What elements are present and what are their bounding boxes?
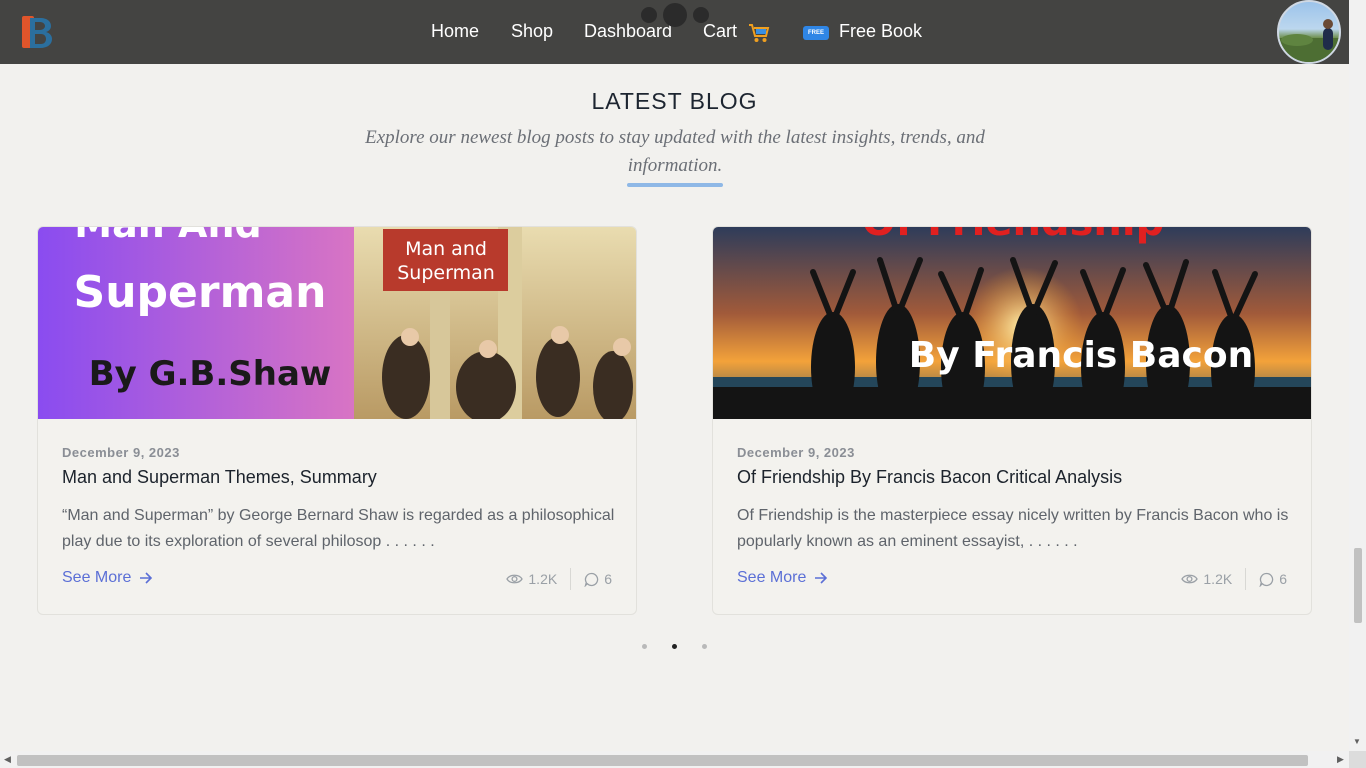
comments-count: 6 xyxy=(604,571,612,587)
loading-dots-icon xyxy=(641,3,709,27)
pager-dot[interactable] xyxy=(642,644,647,649)
blog-card-date: December 9, 2023 xyxy=(737,445,855,460)
image-title-top: Man And xyxy=(74,227,261,246)
see-more-link[interactable]: See More xyxy=(737,569,828,587)
see-more-label: See More xyxy=(737,569,807,586)
svg-text:Superman: Superman xyxy=(397,262,495,284)
blog-card[interactable]: Of Friendship By Francis Bacon December … xyxy=(712,226,1312,615)
views-count: 1.2K xyxy=(1203,571,1233,587)
scroll-right-arrow-icon[interactable]: ▶ xyxy=(1337,754,1344,765)
blog-card-date: December 9, 2023 xyxy=(62,445,180,460)
see-more-label: See More xyxy=(62,569,132,586)
see-more-link[interactable]: See More xyxy=(62,569,153,587)
comments-count: 6 xyxy=(1279,571,1287,587)
blog-card-image[interactable]: Man And Superman By G.B.Shaw Man and Sup… xyxy=(38,227,636,419)
pager-dot[interactable] xyxy=(702,644,707,649)
scroll-down-arrow-icon[interactable]: ▼ xyxy=(1353,737,1361,746)
horizontal-scrollbar[interactable]: ◀ ▶ xyxy=(0,751,1349,768)
scrollbar-corner xyxy=(1349,751,1366,768)
blog-card-title[interactable]: Of Friendship By Francis Bacon Critical … xyxy=(737,467,1122,488)
image-title-top: Of Friendship xyxy=(862,227,1164,245)
section-subtitle: Explore our newest blog posts to stay up… xyxy=(365,127,985,176)
arrow-right-icon xyxy=(140,572,153,584)
image-byline: By Francis Bacon xyxy=(909,335,1253,376)
horizontal-scroll-thumb[interactable] xyxy=(17,755,1308,766)
vertical-scroll-thumb[interactable] xyxy=(1354,548,1362,623)
comment-icon xyxy=(584,572,599,587)
blog-card-stats: 1.2K 6 xyxy=(506,568,612,590)
top-navbar: Home Shop Dashboard Cart FREE Free Book xyxy=(0,0,1349,64)
comment-icon xyxy=(1259,572,1274,587)
image-byline: By G.B.Shaw xyxy=(89,354,332,394)
carousel-pager xyxy=(640,642,712,652)
comments-stat: 6 xyxy=(584,571,612,587)
eye-icon xyxy=(1181,574,1199,584)
cart-icon[interactable] xyxy=(748,22,770,44)
pager-dot-active[interactable] xyxy=(672,644,677,649)
title-underline xyxy=(627,183,723,187)
nav-shop-link[interactable]: Shop xyxy=(511,21,553,42)
arrow-right-icon xyxy=(815,572,828,584)
blog-card[interactable]: Man And Superman By G.B.Shaw Man and Sup… xyxy=(37,226,637,615)
section-title: LATEST BLOG xyxy=(591,88,758,114)
scroll-left-arrow-icon[interactable]: ◀ xyxy=(4,754,11,765)
stats-divider xyxy=(570,568,572,590)
blog-card-title[interactable]: Man and Superman Themes, Summary xyxy=(62,467,377,488)
svg-text:Man and: Man and xyxy=(405,238,487,260)
nav-free-book-link[interactable]: Free Book xyxy=(839,21,922,42)
free-badge-icon[interactable]: FREE xyxy=(803,26,829,40)
blog-card-stats: 1.2K 6 xyxy=(1181,568,1287,590)
eye-icon xyxy=(506,574,524,584)
stats-divider xyxy=(1245,568,1247,590)
avatar[interactable] xyxy=(1277,0,1341,64)
blog-card-description: Of Friendship is the masterpiece essay n… xyxy=(737,507,1289,550)
views-count: 1.2K xyxy=(528,571,558,587)
blog-card-description: “Man and Superman” by George Bernard Sha… xyxy=(62,507,615,550)
nav-home-link[interactable]: Home xyxy=(431,21,479,42)
vertical-scrollbar[interactable]: ▼ xyxy=(1349,0,1366,751)
views-stat: 1.2K xyxy=(1181,571,1232,587)
comments-stat: 6 xyxy=(1259,571,1287,587)
blog-card-image[interactable]: Of Friendship By Francis Bacon xyxy=(713,227,1311,419)
views-stat: 1.2K xyxy=(506,571,557,587)
image-title-main: Superman xyxy=(74,267,327,318)
